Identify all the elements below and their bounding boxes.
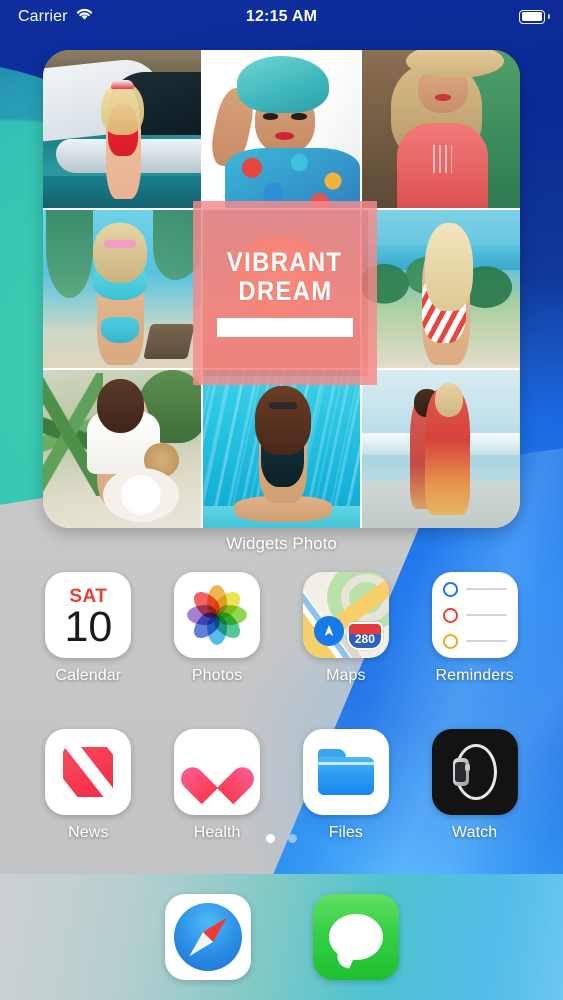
app-label-calendar: Calendar bbox=[55, 667, 122, 684]
widgets-photo-widget[interactable]: VIBRANT DREAM bbox=[43, 50, 520, 528]
dock bbox=[0, 874, 563, 1000]
status-bar: Carrier 12:15 AM bbox=[0, 0, 563, 33]
app-grid: SAT 10 Calendar Photos 280 Maps Reminder… bbox=[0, 572, 563, 842]
app-icon-photos[interactable]: Photos bbox=[153, 572, 282, 685]
speech-bubble-icon bbox=[328, 914, 383, 960]
app-icon-health[interactable]: Health bbox=[153, 729, 282, 842]
folder-icon bbox=[317, 749, 374, 795]
reminders-icon[interactable] bbox=[431, 572, 518, 658]
photo-pink-top-portrait[interactable] bbox=[362, 50, 520, 208]
app-icon-reminders[interactable]: Reminders bbox=[410, 572, 539, 685]
health-icon[interactable] bbox=[174, 729, 261, 815]
app-icon-watch[interactable]: Watch bbox=[410, 729, 539, 842]
photo-beach-red-dress[interactable] bbox=[362, 370, 520, 528]
status-bar-right bbox=[519, 9, 550, 24]
photos-icon[interactable] bbox=[174, 572, 261, 658]
reminders-dot-red bbox=[442, 607, 458, 623]
reminders-dot-orange bbox=[442, 633, 458, 649]
widget-label: Widgets Photo bbox=[226, 534, 337, 553]
calendar-icon[interactable]: SAT 10 bbox=[45, 572, 132, 658]
app-icon-news[interactable]: News bbox=[24, 729, 153, 842]
battery-full-icon bbox=[519, 9, 550, 24]
heart-icon bbox=[195, 752, 239, 792]
dock-icon-safari[interactable] bbox=[164, 894, 251, 980]
page-dot-1[interactable] bbox=[266, 834, 275, 843]
status-bar-time: 12:15 AM bbox=[245, 7, 318, 25]
overlay-title-line-1: VIBRANT bbox=[227, 247, 343, 278]
photo-red-swimsuit-yacht[interactable] bbox=[43, 50, 201, 208]
page-dot-2[interactable] bbox=[288, 834, 297, 843]
photo-turquoise-bikini-palms[interactable] bbox=[43, 210, 201, 368]
photo-white-dress-succulent[interactable] bbox=[43, 370, 201, 528]
app-label-maps: Maps bbox=[326, 667, 366, 684]
vibrant-dream-overlay[interactable]: VIBRANT DREAM bbox=[193, 200, 377, 385]
maps-highway-shield: 280 bbox=[346, 622, 383, 650]
dock-icon-messages[interactable] bbox=[312, 894, 399, 980]
files-icon[interactable] bbox=[302, 729, 389, 815]
maps-highway-number: 280 bbox=[354, 632, 375, 646]
reminders-dot-blue bbox=[442, 581, 458, 597]
app-icon-files[interactable]: Files bbox=[282, 729, 411, 842]
news-icon[interactable] bbox=[45, 729, 132, 815]
app-label-reminders: Reminders bbox=[435, 667, 514, 684]
page-indicator[interactable] bbox=[0, 834, 563, 843]
photos-pinwheel bbox=[187, 585, 248, 645]
app-icon-calendar[interactable]: SAT 10 Calendar bbox=[24, 572, 153, 685]
safari-compass-icon bbox=[173, 903, 242, 971]
app-label-photos: Photos bbox=[191, 667, 243, 684]
overlay-white-bar bbox=[217, 317, 354, 337]
photo-turban-portrait[interactable] bbox=[202, 50, 361, 208]
watch-icon[interactable] bbox=[431, 729, 518, 815]
maps-navigation-arrow-icon bbox=[313, 616, 344, 646]
photo-pool-black-swimsuit[interactable] bbox=[202, 370, 361, 528]
home-screen: Carrier 12:15 AM VIBRANT DREAM Widgets P… bbox=[0, 0, 563, 1000]
calendar-day-number: 10 bbox=[64, 602, 113, 651]
app-icon-maps[interactable]: 280 Maps bbox=[282, 572, 411, 685]
maps-icon[interactable]: 280 bbox=[302, 572, 389, 658]
photo-striped-swimsuit-palms[interactable] bbox=[362, 210, 520, 368]
overlay-title-line-2: DREAM bbox=[237, 275, 333, 306]
